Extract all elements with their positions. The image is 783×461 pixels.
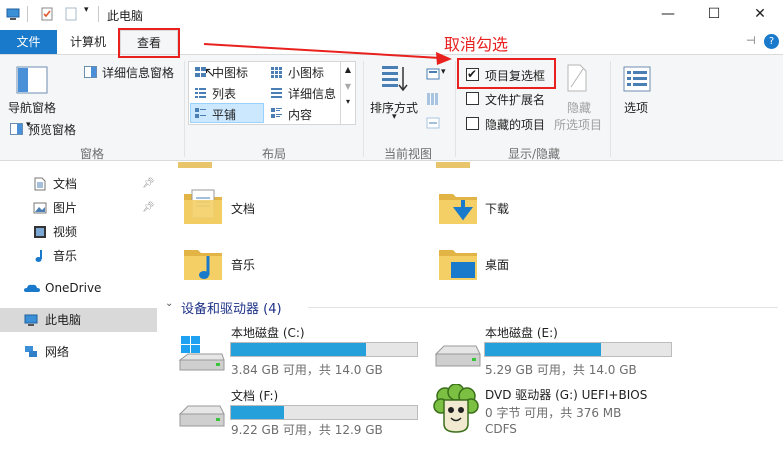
drive-filesystem: CDFS (485, 422, 517, 436)
drive-usage-fill (231, 406, 284, 419)
nav-item-documents[interactable]: 文档 (53, 173, 77, 195)
nav-item-this-pc[interactable]: 此电脑 (45, 309, 81, 331)
desktop-folder-icon[interactable] (437, 242, 479, 284)
drive-info: 5.29 GB 可用，共 14.0 GB (485, 363, 637, 377)
onedrive-icon (24, 284, 40, 292)
dvd-drive-icon[interactable] (433, 384, 479, 436)
this-pc-icon (24, 314, 38, 326)
drive-info: 3.84 GB 可用，共 14.0 GB (231, 363, 383, 377)
drive-name[interactable]: DVD 驱动器 (G:) UEFI+BIOS (485, 386, 647, 403)
documents-folder-icon[interactable] (182, 186, 224, 228)
videos-icon (34, 226, 46, 238)
hard-drive-icon[interactable] (434, 344, 482, 370)
folder-desktop-label[interactable]: 桌面 (485, 256, 509, 273)
drive-name[interactable]: 本地磁盘 (C:) (231, 324, 305, 341)
pin-icon[interactable]: 📌︎ (142, 178, 155, 189)
nav-item-onedrive[interactable]: OneDrive (45, 277, 101, 299)
drive-usage-bar (230, 405, 418, 420)
drive-info: 9.22 GB 可用，共 12.9 GB (231, 423, 383, 437)
collapse-group-chevron-icon[interactable]: ⌄ (165, 298, 173, 309)
drive-info: 0 字节 可用，共 376 MB (485, 406, 622, 420)
nav-item-videos[interactable]: 视频 (53, 221, 77, 243)
navigation-pane: 文档 📌︎ 图片 📌︎ 视频 音乐 OneDrive 此电脑 网络 (0, 162, 157, 461)
nav-item-network[interactable]: 网络 (45, 341, 69, 363)
partially-visible-folder (178, 162, 218, 170)
documents-icon (34, 177, 46, 191)
folder-music-label[interactable]: 音乐 (231, 256, 255, 273)
hard-drive-icon[interactable] (178, 404, 226, 430)
drive-usage-bar (230, 342, 418, 357)
partially-visible-folder (436, 162, 476, 170)
folder-documents-label[interactable]: 文档 (231, 200, 255, 217)
folder-downloads-label[interactable]: 下载 (485, 200, 509, 217)
drive-usage-bar (484, 342, 672, 357)
downloads-folder-icon[interactable] (437, 186, 479, 228)
nav-item-pictures[interactable]: 图片 (53, 197, 77, 219)
windows-drive-icon[interactable] (178, 334, 226, 374)
drive-name[interactable]: 本地磁盘 (E:) (485, 324, 558, 341)
drive-usage-fill (485, 343, 601, 356)
network-icon (25, 346, 37, 357)
devices-group-header[interactable]: 设备和驱动器 (4) (181, 298, 282, 317)
pictures-icon (33, 202, 47, 214)
drive-usage-fill (231, 343, 367, 356)
pin-icon[interactable]: 📌︎ (142, 202, 155, 213)
music-folder-icon[interactable] (182, 242, 224, 284)
group-divider (308, 307, 778, 308)
nav-item-music[interactable]: 音乐 (53, 245, 77, 267)
partially-visible-item (34, 158, 74, 164)
music-icon (35, 250, 42, 262)
drive-name[interactable]: 文档 (F:) (231, 387, 278, 404)
